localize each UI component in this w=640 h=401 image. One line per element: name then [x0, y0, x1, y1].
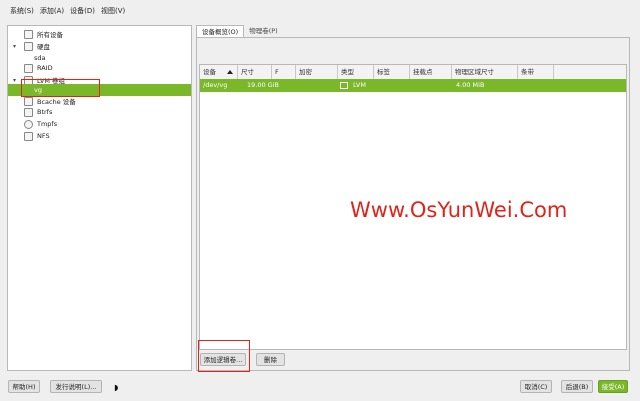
tree-item-disks[interactable]: ▾ 硬盘 — [8, 40, 191, 52]
watermark-text: Www.OsYunWei.Com — [350, 198, 568, 222]
sort-ascending-icon — [227, 70, 233, 74]
tree-item-tmpfs[interactable]: Tmpfs — [8, 118, 191, 130]
tree-item-all-devices[interactable]: 所有设备 — [8, 28, 191, 40]
tree-item-label: RAID — [37, 64, 53, 72]
cancel-button[interactable]: 取消(C) — [520, 380, 552, 393]
menu-device[interactable]: 设备(D) — [70, 6, 95, 16]
btrfs-icon — [24, 107, 33, 117]
column-header-f[interactable]: F — [272, 65, 296, 79]
column-header-type[interactable]: 类型 — [338, 65, 374, 79]
help-button[interactable]: 帮助(H) — [8, 380, 40, 393]
tmpfs-icon — [24, 119, 33, 129]
menu-system[interactable]: 系统(S) — [10, 6, 34, 16]
delete-button[interactable]: 删除 — [256, 353, 285, 366]
column-header-size[interactable]: 尺寸 — [238, 65, 272, 79]
tree-item-label: Tmpfs — [37, 120, 58, 128]
table-row[interactable]: /dev/vg 19.00 GiB LVM 4.00 MiB — [200, 79, 626, 92]
raid-icon — [24, 63, 33, 73]
tree-item-label: Bcache 设备 — [37, 98, 76, 106]
back-button[interactable]: 后退(B) — [561, 380, 593, 393]
column-header-label[interactable]: 标签 — [374, 65, 410, 79]
column-header-label: 设备 — [203, 68, 216, 76]
monitor-icon — [24, 29, 33, 39]
column-header-stripes[interactable]: 条带 — [518, 65, 554, 79]
add-logical-volume-button[interactable]: 添加逻辑卷... — [200, 353, 246, 366]
tree-item-label: 硬盘 — [37, 43, 50, 51]
tree-item-label: Btrfs — [37, 108, 53, 116]
network-folder-icon — [24, 131, 33, 141]
cell-size: 19.00 GiB — [247, 81, 279, 89]
menu-view[interactable]: 视图(V) — [101, 6, 125, 16]
bcache-icon — [24, 96, 33, 106]
lvm-type-icon — [340, 82, 348, 89]
menu-add[interactable]: 添加(A) — [40, 6, 64, 16]
tree-item-label: vg — [34, 86, 42, 94]
menu-bar: 系统(S) 添加(A) 设备(D) 视图(V) — [0, 0, 640, 22]
cell-type: LVM — [353, 81, 366, 89]
release-notes-button[interactable]: 发行说明(L)... — [50, 380, 102, 393]
harddisk-icon — [24, 41, 33, 51]
column-header-device[interactable]: 设备 — [200, 65, 238, 79]
tree-item-nfs[interactable]: NFS — [8, 130, 191, 142]
tree-item-btrfs[interactable]: Btrfs — [8, 106, 191, 118]
table-header: 设备 尺寸 F 加密 类型 标签 挂载点 物理区域尺寸 条带 — [200, 65, 626, 80]
moon-icon[interactable]: ◗ — [114, 383, 118, 392]
column-header-encrypt[interactable]: 加密 — [296, 65, 338, 79]
accept-button[interactable]: 接受(A) — [598, 380, 628, 393]
device-tree: 所有设备 ▾ 硬盘 sda RAID ▾ LVM 卷组 vg Bcache 设备… — [7, 25, 192, 371]
cell-pe-size: 4.00 MiB — [456, 81, 485, 89]
tree-item-label: 所有设备 — [37, 31, 63, 39]
tree-item-label: NFS — [37, 132, 50, 140]
tree-item-label: sda — [34, 54, 46, 62]
expand-arrow-icon[interactable]: ▾ — [13, 77, 16, 84]
column-header-mount[interactable]: 挂载点 — [410, 65, 452, 79]
expand-arrow-icon[interactable]: ▾ — [13, 43, 16, 50]
cell-device: /dev/vg — [203, 81, 228, 89]
column-header-pe-size[interactable]: 物理区域尺寸 — [452, 65, 518, 79]
tree-item-raid[interactable]: RAID — [8, 62, 191, 74]
